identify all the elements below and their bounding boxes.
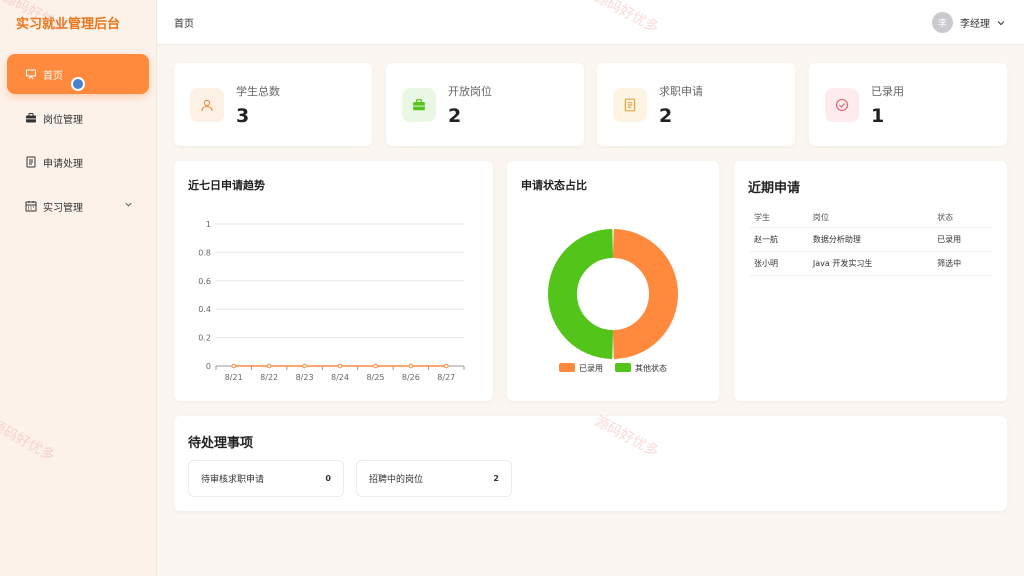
trend-chart: 0 0.2 0.4 0.6 0.8 1 8/21 8/22 8/23 8/24 8/25 8/26 8/… xyxy=(198,220,465,382)
document-icon xyxy=(613,87,647,122)
legend-swatch xyxy=(559,363,575,372)
donut-slice xyxy=(548,229,614,359)
breadcrumb[interactable]: 首页 xyxy=(174,15,194,30)
pending-tasks-title: 待处理事项 xyxy=(188,436,254,451)
donut-slice xyxy=(612,229,678,359)
recent-applications-table: 学生 岗位 状态 赵一航 数据分析助理 已录用 张小明 Java 开发实习生 筛… xyxy=(750,208,992,276)
document-icon xyxy=(25,156,37,168)
stat-value: 2 xyxy=(659,104,673,127)
data-point xyxy=(302,363,307,369)
pending-item-label: 招聘中的岗位 xyxy=(369,475,424,485)
chevron-down-icon xyxy=(124,200,133,212)
column-header: 岗位 xyxy=(808,208,934,228)
y-tick-label: 0 xyxy=(206,362,211,371)
legend-swatch xyxy=(615,363,631,372)
recent-applications-card: 近期申请 学生 岗位 状态 赵一航 数据分析助理 已录用 张小明 Java 开发… xyxy=(734,161,1007,401)
sidebar-item-label: 实习管理 xyxy=(43,202,83,214)
stat-card-applications: 求职申请 2 xyxy=(597,63,795,146)
recent-applications-title: 近期申请 xyxy=(748,181,801,196)
brand-title: 实习就业管理后台 xyxy=(16,16,121,32)
user-menu[interactable]: 李 李经理 xyxy=(932,12,1006,33)
calendar-icon xyxy=(25,200,37,212)
column-header: 状态 xyxy=(933,208,992,228)
presentation-icon xyxy=(25,68,37,80)
y-tick-label: 0.6 xyxy=(198,277,211,286)
x-tick-label: 8/24 xyxy=(331,373,349,382)
sidebar-item-internship[interactable]: 实习管理 xyxy=(7,186,149,226)
y-tick-label: 0.4 xyxy=(198,305,211,314)
data-point xyxy=(373,363,378,369)
sidebar-nav: 首页 岗位管理 申请处理 实习管理 xyxy=(0,44,156,226)
pending-item-count: 0 xyxy=(325,474,331,483)
status-donut-chart: 已录用 其他状态 xyxy=(548,229,678,373)
stat-value: 1 xyxy=(871,104,885,127)
sidebar-item-label: 申请处理 xyxy=(43,158,83,170)
table-cell: 数据分析助理 xyxy=(808,227,934,252)
cursor-indicator xyxy=(71,77,85,91)
pending-item-count: 2 xyxy=(493,474,499,483)
stat-value: 2 xyxy=(448,104,462,127)
briefcase-icon xyxy=(25,112,37,124)
stat-label: 学生总数 xyxy=(236,84,280,98)
pending-item-label: 待审核求职申请 xyxy=(201,475,265,485)
table-cell: 张小明 xyxy=(750,251,809,276)
stat-value: 3 xyxy=(236,104,250,127)
table-row[interactable]: 赵一航 数据分析助理 已录用 xyxy=(750,227,992,252)
x-tick-label: 8/23 xyxy=(296,373,314,382)
stat-card-hired: 已录用 1 xyxy=(809,63,1007,146)
y-tick-label: 1 xyxy=(206,220,211,229)
x-tick-label: 8/25 xyxy=(366,373,384,382)
check-circle-icon xyxy=(825,87,859,122)
data-point xyxy=(231,363,237,369)
topbar: 首页 李 李经理 xyxy=(157,0,1024,45)
legend-label: 其他状态 xyxy=(635,363,667,373)
trend-chart-card: 近七日申请趋势 0 0.2 0.4 0.6 0.8 1 8/21 8/22 8/23 8/24 8/… xyxy=(174,161,493,401)
column-header: 学生 xyxy=(750,208,809,228)
table-cell: 赵一航 xyxy=(750,227,809,252)
x-tick-label: 8/27 xyxy=(437,373,455,382)
stat-label: 开放岗位 xyxy=(448,84,492,98)
table-header-row: 学生 岗位 状态 xyxy=(750,208,992,228)
stat-label: 已录用 xyxy=(871,84,904,98)
pending-item-jobs[interactable]: 招聘中的岗位 2 xyxy=(356,460,512,497)
table-cell: 筛选中 xyxy=(933,251,992,276)
legend-label: 已录用 xyxy=(579,364,603,373)
sidebar-item-jobs[interactable]: 岗位管理 xyxy=(7,98,149,138)
status-chart-card: 申请状态占比 已录用 其他状态 xyxy=(507,161,719,401)
data-point xyxy=(337,363,343,369)
x-tick-label: 8/26 xyxy=(402,373,420,382)
y-tick-label: 0.8 xyxy=(198,248,211,257)
data-point xyxy=(408,363,414,369)
user-name: 李经理 xyxy=(960,19,990,30)
sidebar-item-applications[interactable]: 申请处理 xyxy=(7,142,149,182)
stat-card-students: 学生总数 3 xyxy=(174,63,372,146)
stat-card-open-jobs: 开放岗位 2 xyxy=(386,63,584,146)
table-cell: 已录用 xyxy=(933,227,992,252)
stat-label: 求职申请 xyxy=(659,84,703,98)
table-row[interactable]: 张小明 Java 开发实习生 筛选中 xyxy=(750,251,992,276)
pending-tasks-card: 待处理事项 待审核求职申请 0 招聘中的岗位 2 xyxy=(174,416,1007,511)
briefcase-icon xyxy=(402,87,436,122)
sidebar-item-home[interactable]: 首页 xyxy=(7,54,149,94)
x-tick-label: 8/22 xyxy=(260,373,278,382)
sidebar: 实习就业管理后台 首页 岗位管理 申请处理 实习管理 xyxy=(0,0,157,576)
table-cell: Java 开发实习生 xyxy=(808,251,934,276)
avatar: 李 xyxy=(932,12,953,33)
pending-item-applications[interactable]: 待审核求职申请 0 xyxy=(188,460,344,497)
x-tick-label: 8/21 xyxy=(225,373,243,382)
data-point xyxy=(266,363,272,369)
data-point xyxy=(443,363,449,369)
user-icon xyxy=(190,87,224,122)
sidebar-item-label: 首页 xyxy=(43,70,63,82)
chevron-down-icon xyxy=(996,13,1006,32)
y-tick-label: 0.2 xyxy=(198,334,211,343)
sidebar-item-label: 岗位管理 xyxy=(43,114,83,126)
